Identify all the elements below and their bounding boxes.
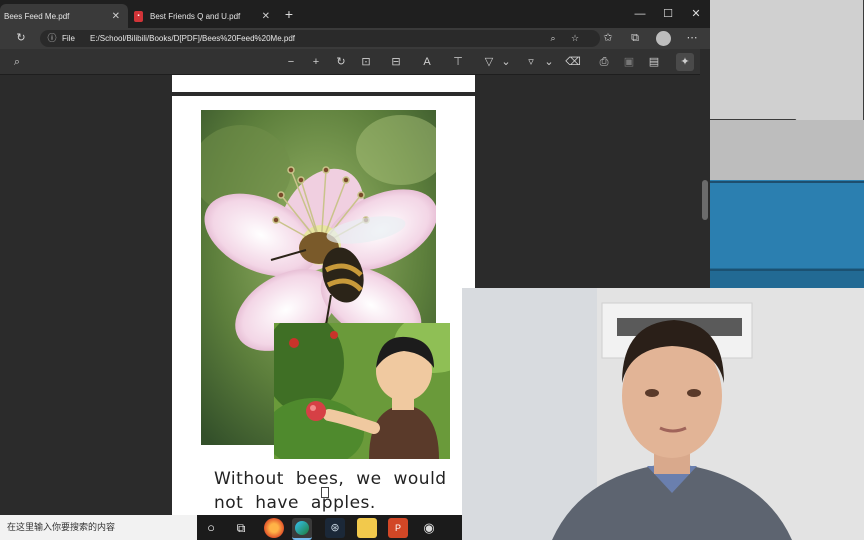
desktop-wallpaper xyxy=(710,0,864,288)
mouse-cursor xyxy=(321,487,329,498)
maximize-button[interactable]: ☐ xyxy=(654,4,682,24)
zoom-icon[interactable]: ⌕ xyxy=(546,30,560,47)
new-tab-button[interactable]: + xyxy=(280,5,298,23)
apple xyxy=(306,401,326,421)
add-text-icon[interactable]: ⊤ xyxy=(449,53,467,71)
url-text: E:/School/Bilibili/Books/D[PDF]/Bees%20F… xyxy=(90,34,295,43)
cortana-icon[interactable]: ○ xyxy=(201,518,221,538)
minimize-button[interactable]: — xyxy=(626,4,654,24)
pdf-toolbar: ⌕ − + ↻ ⊡ ⊟ A ⊤ ▽ ⌄ ▿ ⌄ ⌫ ⎙ ▣ ▤ ✦ xyxy=(0,49,710,75)
pdf-page-current: Without bees, we would not have apples. xyxy=(172,96,475,515)
chevron-down-icon[interactable]: ⌄ xyxy=(500,53,512,71)
close-icon[interactable]: ✕ xyxy=(112,11,120,22)
refresh-icon[interactable]: ↻ xyxy=(12,30,30,47)
profile-avatar[interactable] xyxy=(656,31,671,46)
zoom-in-icon[interactable]: + xyxy=(307,53,325,71)
page-view-icon[interactable]: ⊟ xyxy=(387,53,405,71)
more-options-icon[interactable]: ⋯ xyxy=(684,30,700,47)
edge-icon[interactable] xyxy=(292,518,312,540)
page-caption-line-2: not have apples. xyxy=(214,493,376,513)
save-as-icon[interactable]: ▤ xyxy=(645,53,663,71)
tab-bees-feed-me[interactable]: Bees Feed Me.pdf ✕ xyxy=(0,4,128,28)
address-field[interactable]: ⓘ File E:/School/Bilibili/Books/D[PDF]/B… xyxy=(40,30,600,47)
search-icon[interactable]: ⌕ xyxy=(8,53,26,71)
steam-icon[interactable]: ⊛ xyxy=(325,518,345,538)
collections-icon[interactable]: ⧉ xyxy=(627,30,643,47)
info-icon[interactable]: ⓘ xyxy=(46,30,58,47)
tab-label: Best Friends Q and U.pdf xyxy=(150,11,241,21)
pdf-page-previous xyxy=(172,75,475,92)
chevron-down-icon[interactable]: ⌄ xyxy=(543,53,555,71)
page-caption-line-1: Without bees, we would xyxy=(214,469,447,489)
tab-best-friends[interactable]: ▪ Best Friends Q and U.pdf ✕ xyxy=(130,4,278,28)
powerpoint-icon[interactable]: P xyxy=(388,518,408,538)
draw-icon[interactable]: ▽ xyxy=(480,53,498,71)
close-window-button[interactable]: ✕ xyxy=(682,4,710,24)
fit-page-icon[interactable]: ⊡ xyxy=(357,53,375,71)
pdf-file-icon: ▪ xyxy=(134,10,143,22)
scheme-label: File xyxy=(62,34,75,43)
task-view-icon[interactable]: ⧉ xyxy=(231,518,251,538)
rotate-icon[interactable]: ↻ xyxy=(332,53,350,71)
close-icon[interactable]: ✕ xyxy=(262,11,270,22)
read-aloud-icon[interactable]: A xyxy=(418,53,436,71)
highlight-icon[interactable]: ▿ xyxy=(522,53,540,71)
taskbar-search-input[interactable]: 在这里输入你要搜索的内容 xyxy=(0,515,197,540)
eraser-icon[interactable]: ⌫ xyxy=(564,53,582,71)
favorites-icon[interactable]: ✩ xyxy=(600,30,616,47)
desktop-background xyxy=(710,0,864,288)
scrollbar-thumb[interactable] xyxy=(702,180,708,220)
presenter-video xyxy=(462,288,864,540)
windows-taskbar: 在这里输入你要搜索的内容 ○ ⧉ ⊛ P ◉ xyxy=(0,515,462,540)
tab-label: Bees Feed Me.pdf xyxy=(4,11,70,21)
zoom-out-icon[interactable]: − xyxy=(282,53,300,71)
webcam-overlay xyxy=(462,288,864,540)
file-explorer-icon[interactable] xyxy=(357,518,377,538)
print-icon[interactable]: ⎙ xyxy=(595,53,613,71)
address-bar-row: ↻ ⓘ File E:/School/Bilibili/Books/D[PDF]… xyxy=(0,28,710,49)
obs-icon[interactable]: ◉ xyxy=(419,518,439,538)
favorite-add-icon[interactable]: ☆ xyxy=(568,30,582,47)
firefox-icon[interactable] xyxy=(264,518,284,538)
tab-strip: Bees Feed Me.pdf ✕ ▪ Best Friends Q and … xyxy=(0,0,710,28)
boy-picking-apple-photo xyxy=(274,323,450,459)
save-icon[interactable]: ▣ xyxy=(620,53,638,71)
pin-icon[interactable]: ✦ xyxy=(676,53,694,71)
